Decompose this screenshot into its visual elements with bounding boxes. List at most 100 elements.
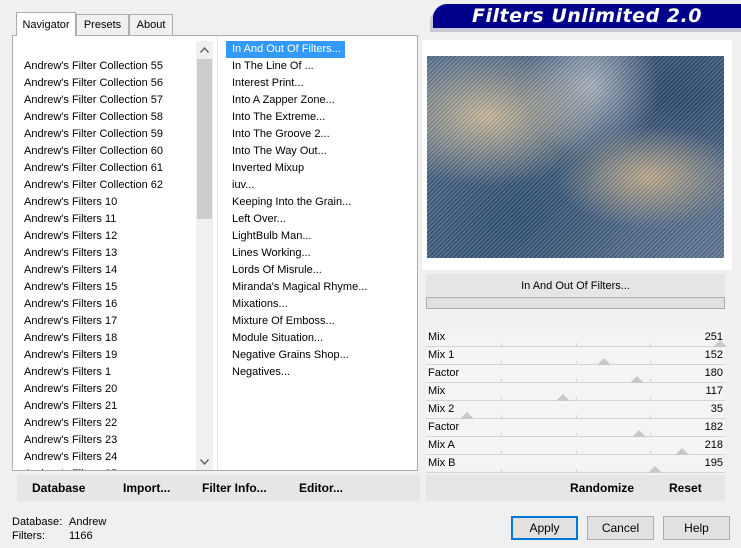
category-item[interactable]: Andrew's Filter Collection 59: [18, 126, 196, 143]
category-item[interactable]: Andrew's Filter Collection 61: [18, 160, 196, 177]
category-item[interactable]: Andrew's Filters 12: [18, 228, 196, 245]
cancel-button[interactable]: Cancel: [587, 516, 654, 540]
tab-about[interactable]: About: [129, 14, 173, 35]
filter-item[interactable]: Into The Way Out...: [226, 143, 331, 160]
tab-navigator[interactable]: Navigator: [16, 12, 76, 36]
category-item[interactable]: Andrew's Filters 22: [18, 415, 196, 432]
category-item[interactable]: Andrew's Filters 19: [18, 347, 196, 364]
filter-item[interactable]: Negative Grains Shop...: [226, 347, 353, 364]
slider-label: Mix 1: [428, 349, 455, 361]
filter-item[interactable]: Lines Working...: [226, 245, 315, 262]
filter-item[interactable]: Keeping Into the Grain...: [226, 194, 355, 211]
category-item[interactable]: Andrew's Filters 1: [18, 364, 196, 381]
filter-info-button[interactable]: Filter Info...: [202, 481, 267, 495]
tab-presets[interactable]: Presets: [76, 14, 129, 35]
filter-item[interactable]: Left Over...: [226, 211, 290, 228]
parameter-sliders: Mix 251 Mix 1 152 Factor 180 Mix 117 Mix 2 35 Fact…: [426, 329, 727, 473]
slider-label: Factor: [428, 367, 460, 379]
filter-item[interactable]: In And Out Of Filters...: [226, 41, 345, 58]
slider-label: Mix: [428, 385, 446, 397]
slider-track[interactable]: [426, 472, 725, 473]
category-item[interactable]: Andrew's Filters 18: [18, 330, 196, 347]
slider-row[interactable]: Mix B 195: [426, 455, 725, 473]
category-item[interactable]: Andrew's Filters 14: [18, 262, 196, 279]
category-item[interactable]: Andrew's Filters 17: [18, 313, 196, 330]
slider-row[interactable]: Factor 180: [426, 365, 725, 383]
category-item[interactable]: Andrew's Filter Collection 62: [18, 177, 196, 194]
category-item[interactable]: Andrew's Filter Collection 60: [18, 143, 196, 160]
reset-button[interactable]: Reset: [669, 481, 702, 495]
filter-item[interactable]: Into The Extreme...: [226, 109, 329, 126]
filter-item[interactable]: Into A Zapper Zone...: [226, 92, 339, 109]
filter-item[interactable]: Mixture Of Emboss...: [226, 313, 339, 330]
scroll-down-icon[interactable]: [196, 453, 213, 470]
slider-row[interactable]: Mix 117: [426, 383, 725, 401]
category-item[interactable]: Andrew's Filter Collection 56: [18, 75, 196, 92]
category-item[interactable]: Andrew's Filters 21: [18, 398, 196, 415]
filter-name-bar: [426, 297, 725, 309]
slider-row[interactable]: Mix 251: [426, 329, 727, 347]
filter-item[interactable]: Miranda's Magical Rhyme...: [226, 279, 371, 296]
category-item[interactable]: Andrew's Filters 23: [18, 432, 196, 449]
filter-item[interactable]: LightBulb Man...: [226, 228, 316, 245]
slider-value: 117: [705, 385, 723, 397]
slider-thumb[interactable]: [556, 394, 570, 401]
category-item[interactable]: Andrew's Filters 20: [18, 381, 196, 398]
category-item[interactable]: Andrew's Filters 11: [18, 211, 196, 228]
preview-button-bar: Randomize Reset: [426, 475, 725, 501]
database-button[interactable]: Database: [32, 481, 85, 495]
category-item[interactable]: Andrew's Filters 24: [18, 449, 196, 466]
category-item[interactable]: Andrew's Filters 13: [18, 245, 196, 262]
import-button[interactable]: Import...: [123, 481, 170, 495]
filter-item[interactable]: Mixations...: [226, 296, 292, 313]
scroll-thumb[interactable]: [197, 59, 212, 219]
category-item[interactable]: Andrew's Filters 10: [18, 194, 196, 211]
filter-item[interactable]: Negatives...: [226, 364, 294, 381]
scroll-up-icon[interactable]: [196, 41, 213, 58]
filter-item[interactable]: Inverted Mixup: [226, 160, 308, 177]
slider-thumb[interactable]: [632, 430, 646, 437]
slider-value: 152: [704, 349, 723, 361]
randomize-button[interactable]: Randomize: [570, 481, 634, 495]
category-scrollbar[interactable]: [196, 41, 213, 470]
filter-item[interactable]: iuv...: [226, 177, 258, 194]
slider-thumb[interactable]: [675, 448, 689, 455]
slider-row[interactable]: Mix 2 35: [426, 401, 725, 419]
slider-thumb[interactable]: [460, 412, 474, 419]
title-banner: Filters Unlimited 2.0: [433, 4, 741, 28]
slider-row[interactable]: Factor 182: [426, 419, 725, 437]
filter-item[interactable]: Interest Print...: [226, 75, 308, 92]
help-button[interactable]: Help: [663, 516, 730, 540]
slider-value: 180: [704, 367, 723, 379]
apply-button[interactable]: Apply: [511, 516, 578, 540]
slider-label: Factor: [428, 421, 460, 433]
slider-thumb[interactable]: [648, 466, 662, 473]
category-item[interactable]: Andrew's Filter Collection 58: [18, 109, 196, 126]
slider-value: 218: [704, 439, 723, 451]
category-item[interactable]: Andrew's Filter Collection 57: [18, 92, 196, 109]
filter-item[interactable]: Into The Groove 2...: [226, 126, 334, 143]
slider-label: Mix A: [428, 439, 455, 451]
navigator-button-bar: Database Import... Filter Info... Editor…: [17, 475, 420, 501]
slider-row[interactable]: Mix A 218: [426, 437, 725, 455]
slider-value: 182: [704, 421, 723, 433]
category-item[interactable]: Andrew's Filters 15: [18, 279, 196, 296]
slider-row[interactable]: Mix 1 152: [426, 347, 725, 365]
category-item[interactable]: Andrew's Filter Collection 55: [18, 58, 196, 75]
slider-thumb[interactable]: [630, 376, 644, 383]
slider-label: Mix: [428, 331, 446, 343]
category-item[interactable]: Andrew's Filters 16: [18, 296, 196, 313]
database-value: Andrew: [69, 516, 107, 528]
slider-thumb[interactable]: [713, 340, 727, 347]
category-item[interactable]: Andrew's Filters 25: [18, 466, 196, 470]
editor-button[interactable]: Editor...: [299, 481, 343, 495]
filter-item[interactable]: Module Situation...: [226, 330, 327, 347]
filters-label: Filters:: [12, 530, 45, 542]
list-divider: [217, 36, 218, 470]
filter-list[interactable]: In And Out Of Filters... In The Line Of .…: [226, 41, 414, 470]
filter-item[interactable]: In The Line Of ...: [226, 58, 318, 75]
slider-thumb[interactable]: [597, 358, 611, 365]
slider-value: 195: [704, 457, 723, 469]
filter-item[interactable]: Lords Of Misrule...: [226, 262, 326, 279]
category-list[interactable]: Andrew's Filter Collection 55 Andrew's Fi…: [18, 41, 196, 470]
